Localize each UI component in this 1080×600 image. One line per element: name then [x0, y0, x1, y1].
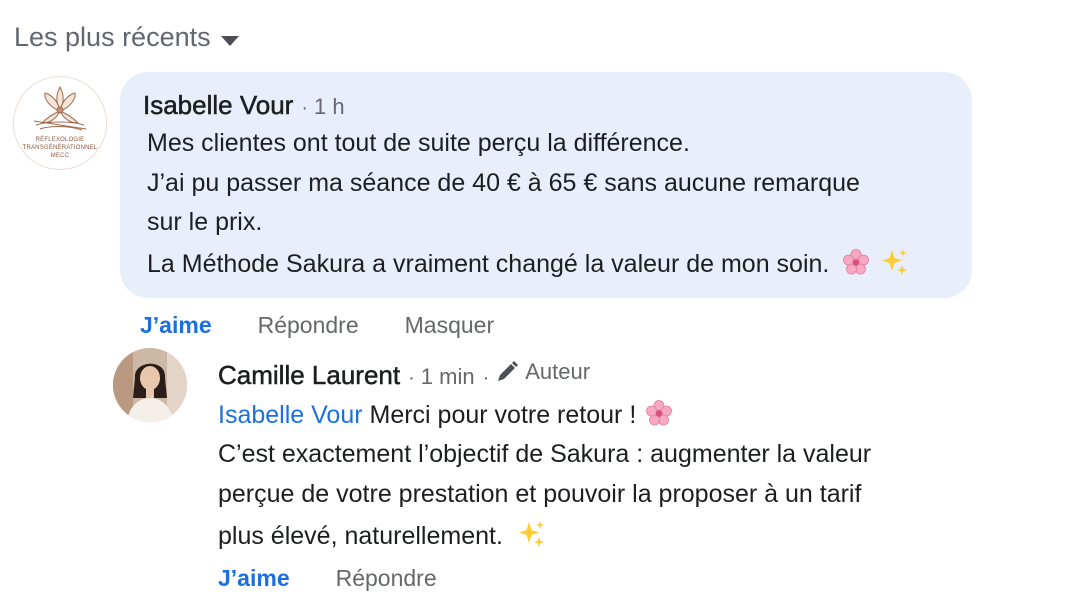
hide-button[interactable]: Masquer [405, 312, 494, 339]
reply-actions: J’aime Répondre [218, 565, 437, 592]
reply-button[interactable]: Répondre [258, 312, 359, 339]
separator-dot: · [301, 97, 308, 119]
reply-header: Camille Laurent · 1 min · Auteur [218, 359, 590, 391]
comment-author[interactable]: Isabelle Vour [143, 90, 294, 121]
reply-button[interactable]: Répondre [336, 565, 437, 592]
author-badge: Auteur [495, 359, 590, 385]
avatar[interactable]: RÉFLEXOLOGIE TRANSGÉNÉRATIONNEL MECC [13, 76, 107, 170]
sparkles-icon [879, 247, 909, 284]
reply-text-line: C’est exactement l’objectif de Sakura : … [218, 440, 872, 468]
sparkles-icon [516, 519, 546, 556]
author-badge-label: Auteur [525, 359, 591, 384]
pencil-icon [498, 361, 519, 381]
separator-dot: · [482, 367, 490, 389]
sort-dropdown[interactable]: Les plus récents [14, 22, 239, 53]
profile-photo-icon [113, 348, 187, 422]
reply-text-first: Isabelle Vour Merci pour votre retour ! [218, 399, 673, 434]
comment-text-line: J’ai pu passer ma séance de 40 € à 65 € … [147, 169, 860, 197]
reply-text-line: Merci pour votre retour ! [369, 401, 637, 430]
avatar[interactable] [113, 348, 187, 422]
logo-text-line: RÉFLEXOLOGIE [35, 137, 85, 143]
separator-dot: · [408, 367, 415, 389]
logo-text-line: MECC [50, 153, 70, 159]
comment-text-last: La Méthode Sakura a vraiment changé la v… [147, 247, 909, 284]
logo-text-line: TRANSGÉNÉRATIONNEL [22, 145, 98, 151]
mention-link[interactable]: Isabelle Vour [218, 401, 363, 429]
like-button[interactable]: J’aime [140, 312, 212, 339]
comment-text-line: Mes clientes ont tout de suite perçu la … [147, 129, 690, 157]
reply-text-line: plus élevé, naturellement. [218, 522, 503, 551]
reply-text-line: perçue de votre prestation et pouvoir la… [218, 480, 862, 508]
caret-down-icon [220, 35, 239, 46]
like-button[interactable]: J’aime [218, 565, 290, 592]
cherry-blossom-icon [842, 248, 870, 283]
reply-author[interactable]: Camille Laurent [218, 360, 401, 391]
reply-text-last: plus élevé, naturellement. [218, 519, 546, 556]
comment-header: Isabelle Vour · 1 h [143, 90, 345, 121]
comment-text-line: sur le prix. [147, 208, 263, 236]
comment-time[interactable]: 1 h [314, 94, 345, 120]
comment-text-line: La Méthode Sakura a vraiment changé la v… [147, 250, 830, 279]
reply-time[interactable]: 1 min [421, 364, 475, 390]
comment-actions: J’aime Répondre Masquer [140, 312, 494, 339]
sort-label: Les plus récents [14, 22, 211, 52]
cherry-blossom-icon [645, 399, 673, 434]
